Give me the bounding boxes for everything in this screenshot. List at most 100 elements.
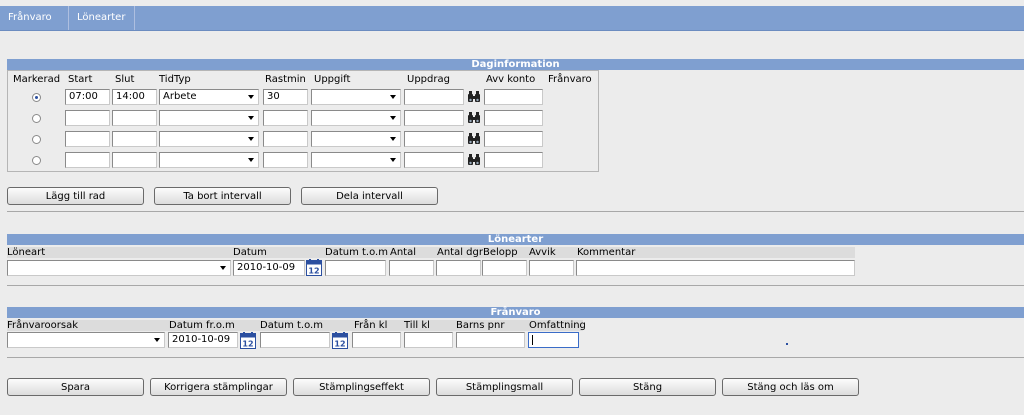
chevron-down-icon bbox=[220, 266, 226, 270]
antal-dgr-input[interactable] bbox=[436, 260, 481, 276]
col-markerad: Markerad bbox=[13, 74, 61, 85]
save-button[interactable]: Spara bbox=[7, 378, 144, 396]
chevron-down-icon bbox=[248, 95, 254, 99]
uppgift-select[interactable] bbox=[311, 131, 401, 147]
calendar-icon[interactable]: 12 bbox=[306, 259, 322, 276]
col-datum: Datum bbox=[233, 247, 267, 258]
col-uppgift: Uppgift bbox=[314, 74, 351, 85]
divider bbox=[7, 357, 1024, 358]
franvaroorsak-select[interactable] bbox=[7, 332, 165, 348]
kommentar-input[interactable] bbox=[576, 260, 855, 276]
binoculars-icon[interactable] bbox=[467, 154, 481, 166]
col-kommentar: Kommentar bbox=[577, 247, 636, 258]
franvaro-header: Frånvaro bbox=[7, 307, 1024, 318]
row-select-radio[interactable] bbox=[32, 156, 41, 165]
tidtyp-select[interactable] bbox=[159, 110, 259, 126]
calendar-icon-text: 12 bbox=[242, 340, 253, 349]
col-fran-kl: Från kl bbox=[354, 320, 388, 331]
uppdrag-input[interactable] bbox=[404, 152, 464, 168]
start-time-input[interactable] bbox=[65, 110, 110, 126]
start-time-input[interactable]: 07:00 bbox=[65, 89, 110, 105]
stamp-effect-button[interactable]: Stämplingseffekt bbox=[293, 378, 430, 396]
col-omfattning: Omfattning bbox=[529, 320, 586, 331]
daginformation-header: Daginformation bbox=[7, 59, 1024, 70]
tab-franvaro[interactable]: Frånvaro bbox=[0, 6, 69, 30]
calendar-icon[interactable]: 12 bbox=[240, 332, 256, 349]
barns-pnr-input[interactable] bbox=[456, 332, 525, 348]
col-tidtyp: TidTyp bbox=[159, 74, 191, 85]
col-start: Start bbox=[68, 74, 93, 85]
add-row-button[interactable]: Lägg till rad bbox=[7, 187, 144, 205]
chevron-down-icon bbox=[248, 137, 254, 141]
uppdrag-input[interactable] bbox=[404, 110, 464, 126]
datum-tom-input[interactable] bbox=[325, 260, 386, 276]
col-till-kl: Till kl bbox=[404, 320, 430, 331]
avv-konto-input[interactable] bbox=[484, 152, 543, 168]
chevron-down-icon bbox=[390, 116, 396, 120]
row-select-radio[interactable] bbox=[32, 114, 41, 123]
avv-konto-input[interactable] bbox=[484, 89, 543, 105]
binoculars-icon[interactable] bbox=[467, 91, 481, 103]
col-antal-dgr: Antal dgr bbox=[437, 247, 483, 258]
split-interval-button[interactable]: Dela intervall bbox=[301, 187, 438, 205]
close-button[interactable]: Stäng bbox=[579, 378, 716, 396]
fran-kl-input[interactable] bbox=[352, 332, 401, 348]
col-uppdrag: Uppdrag bbox=[407, 74, 450, 85]
rastmin-input[interactable] bbox=[263, 131, 308, 147]
datum-from-input[interactable]: 2010-10-09 bbox=[168, 332, 238, 348]
chevron-down-icon bbox=[390, 137, 396, 141]
col-loneart: Löneart bbox=[7, 247, 46, 258]
tab-lonearter[interactable]: Lönearter bbox=[69, 6, 135, 30]
binoculars-icon[interactable] bbox=[467, 112, 481, 124]
rastmin-input[interactable] bbox=[263, 110, 308, 126]
uppgift-select[interactable] bbox=[311, 89, 401, 105]
col-avv-konto: Avv konto bbox=[486, 74, 536, 85]
chevron-down-icon bbox=[390, 158, 396, 162]
end-time-input[interactable]: 14:00 bbox=[112, 89, 157, 105]
stamp-template-button[interactable]: Stämplingsmall bbox=[436, 378, 573, 396]
chevron-down-icon bbox=[390, 95, 396, 99]
col-rastmin: Rastmin bbox=[265, 74, 306, 85]
col-datum-from: Datum fr.o.m bbox=[169, 320, 235, 331]
remove-interval-button[interactable]: Ta bort intervall bbox=[154, 187, 291, 205]
avv-konto-input[interactable] bbox=[484, 131, 543, 147]
tidtyp-select[interactable] bbox=[159, 152, 259, 168]
col-slut: Slut bbox=[115, 74, 135, 85]
belopp-input[interactable] bbox=[482, 260, 527, 276]
avvik-input[interactable] bbox=[529, 260, 574, 276]
end-time-input[interactable] bbox=[112, 152, 157, 168]
col-antal: Antal bbox=[390, 247, 417, 258]
antal-input[interactable] bbox=[389, 260, 434, 276]
calendar-icon[interactable]: 12 bbox=[332, 332, 348, 349]
loneart-select[interactable] bbox=[7, 260, 231, 276]
tidtyp-select[interactable] bbox=[159, 131, 259, 147]
divider bbox=[7, 285, 1024, 286]
uppdrag-input[interactable] bbox=[404, 131, 464, 147]
uppdrag-input[interactable] bbox=[404, 89, 464, 105]
till-kl-input[interactable] bbox=[404, 332, 453, 348]
chevron-down-icon bbox=[154, 338, 160, 342]
row-select-radio[interactable] bbox=[32, 135, 41, 144]
tab-lonearter-label: Lönearter bbox=[77, 12, 126, 23]
uppgift-select[interactable] bbox=[311, 110, 401, 126]
end-time-input[interactable] bbox=[112, 110, 157, 126]
uppgift-select[interactable] bbox=[311, 152, 401, 168]
datum-input[interactable]: 2010-10-09 bbox=[233, 260, 305, 276]
close-and-reload-button[interactable]: Stäng och läs om bbox=[722, 378, 859, 396]
calendar-icon-text: 12 bbox=[308, 267, 319, 276]
start-time-input[interactable] bbox=[65, 152, 110, 168]
rastmin-input[interactable] bbox=[263, 152, 308, 168]
row-select-radio[interactable] bbox=[32, 93, 41, 102]
omfattning-input[interactable] bbox=[528, 332, 579, 348]
correct-stamps-button[interactable]: Korrigera stämplingar bbox=[150, 378, 287, 396]
datum-tom-input[interactable] bbox=[260, 332, 330, 348]
col-datum-tom: Datum t.o.m bbox=[260, 320, 323, 331]
binoculars-icon[interactable] bbox=[467, 133, 481, 145]
rastmin-input[interactable]: 30 bbox=[263, 89, 308, 105]
tidtyp-select[interactable]: Arbete bbox=[159, 89, 259, 105]
start-time-input[interactable] bbox=[65, 131, 110, 147]
text-cursor bbox=[532, 335, 533, 345]
chevron-down-icon bbox=[248, 116, 254, 120]
avv-konto-input[interactable] bbox=[484, 110, 543, 126]
end-time-input[interactable] bbox=[112, 131, 157, 147]
